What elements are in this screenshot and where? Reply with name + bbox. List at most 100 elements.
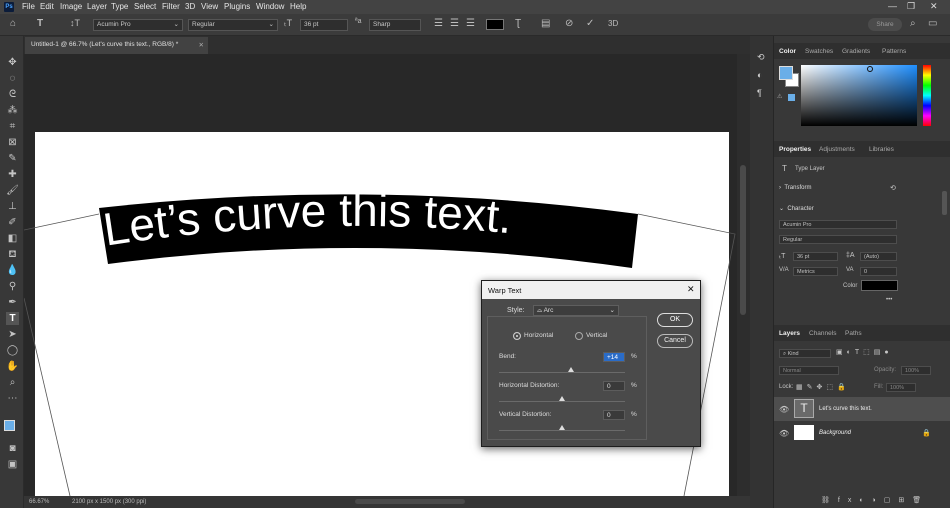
layer-name[interactable]: Let's curve this text.	[819, 406, 872, 412]
path-select-icon[interactable]: ➤	[6, 328, 19, 341]
cancel-icon[interactable]: ⊘	[565, 18, 573, 29]
align-center-icon[interactable]: ☰	[450, 18, 459, 29]
menu-help[interactable]: Help	[290, 2, 306, 11]
document-tab[interactable]: Untitled-1 @ 66.7% (Let's curve this tex…	[25, 37, 208, 54]
tab-paths[interactable]: Paths	[845, 330, 862, 337]
layer-name[interactable]: Background	[819, 430, 851, 436]
healing-brush-icon[interactable]: ✚	[6, 168, 19, 181]
bend-slider-thumb[interactable]	[568, 367, 574, 372]
tab-properties[interactable]: Properties	[779, 146, 811, 153]
close-window-button[interactable]: ✕	[930, 1, 938, 12]
ellipse-tool-icon[interactable]: ◯	[6, 344, 19, 357]
history-brush-icon[interactable]: ✐	[6, 216, 19, 229]
prop-color-swatch[interactable]	[861, 280, 898, 291]
visibility-eye-icon[interactable]: 👁	[779, 429, 789, 438]
eraser-tool-icon[interactable]: ◧	[6, 232, 19, 245]
home-icon[interactable]: ⌂	[10, 18, 16, 29]
vdist-slider-thumb[interactable]	[559, 425, 565, 430]
type-tool-icon[interactable]: T	[6, 312, 19, 325]
fill-input[interactable]: 100%	[886, 383, 916, 392]
bend-slider[interactable]	[499, 372, 625, 373]
transform-section[interactable]: › Transform	[779, 185, 811, 191]
screen-mode-icon[interactable]: ▣	[6, 458, 19, 471]
menu-3d[interactable]: 3D	[185, 2, 195, 11]
vertical-scroll-thumb[interactable]	[740, 165, 746, 315]
zoom-tool-icon[interactable]: ⌕	[6, 376, 19, 389]
hdist-input[interactable]: 0	[603, 381, 625, 391]
eyedropper-icon[interactable]: ✎	[6, 152, 19, 165]
frame-tool-icon[interactable]: ⊠	[6, 136, 19, 149]
warp-text-icon[interactable]: Ʈ	[515, 18, 521, 29]
tab-patterns[interactable]: Patterns	[882, 48, 906, 55]
share-button[interactable]: Share	[868, 18, 902, 31]
prop-kerning[interactable]: Metrics	[793, 267, 838, 276]
tab-gradients[interactable]: Gradients	[842, 48, 870, 55]
menu-select[interactable]: Select	[134, 2, 156, 11]
maximize-button[interactable]: ❐	[907, 1, 915, 12]
websafe-chip[interactable]	[788, 94, 795, 101]
hdist-slider-thumb[interactable]	[559, 396, 565, 401]
zoom-level[interactable]: 66.67%	[29, 499, 49, 505]
menu-image[interactable]: Image	[60, 2, 82, 11]
quick-select-icon[interactable]: ⁂	[6, 104, 19, 117]
hue-slider[interactable]	[923, 65, 931, 126]
layer-actions[interactable]: ⛓fx◐◑▢⊞🗑	[821, 496, 929, 504]
dialog-close-icon[interactable]: ✕	[687, 284, 695, 295]
horizontal-scroll-thumb[interactable]	[355, 499, 465, 504]
minimize-button[interactable]: —	[888, 1, 897, 11]
tab-libraries[interactable]: Libraries	[869, 146, 894, 153]
text-orientation-icon[interactable]: ↕T	[70, 18, 80, 28]
layer-filter-icons[interactable]: ▣◐T⬚▤●	[836, 348, 893, 356]
menu-edit[interactable]: Edit	[40, 2, 54, 11]
cancel-button[interactable]: Cancel	[657, 334, 693, 348]
vertical-label[interactable]: Vertical	[586, 332, 607, 339]
dialog-titlebar[interactable]: Warp Text ✕	[482, 281, 700, 299]
vdist-input[interactable]: 0	[603, 410, 625, 420]
character-panel-icon[interactable]: ▤	[541, 18, 550, 29]
quick-mask-icon[interactable]: ◙	[6, 442, 19, 455]
adjust-icon[interactable]: ◐	[757, 70, 762, 80]
bend-input[interactable]: +14	[603, 352, 625, 362]
horizontal-label[interactable]: Horizontal	[524, 332, 553, 339]
character-section[interactable]: ⌄ Character	[779, 205, 814, 212]
blur-tool-icon[interactable]: 💧	[6, 264, 19, 277]
menu-plugins[interactable]: Plugins	[224, 2, 250, 11]
search-icon[interactable]: ⌕	[910, 18, 916, 29]
commit-check-icon[interactable]: ✓	[586, 18, 594, 29]
style-select[interactable]: ⌓ Arc ⌄	[533, 305, 619, 316]
blend-mode-select[interactable]: Normal	[779, 366, 839, 375]
3d-button[interactable]: 3D	[608, 19, 618, 28]
history-icon[interactable]: ⟲	[757, 52, 765, 63]
prop-font-style[interactable]: Regular	[779, 235, 897, 244]
menu-layer[interactable]: Layer	[87, 2, 107, 11]
type-tool-icon[interactable]: T	[37, 18, 43, 29]
vertical-radio[interactable]	[575, 332, 583, 340]
prop-tracking[interactable]: 0	[860, 267, 897, 276]
lasso-tool-icon[interactable]: ᘓ	[6, 88, 19, 101]
tab-adjustments[interactable]: Adjustments	[819, 146, 855, 153]
horizontal-radio[interactable]	[513, 332, 521, 340]
opacity-input[interactable]: 100%	[901, 366, 931, 375]
layer-row[interactable]: 👁 T Let's curve this text.	[774, 397, 950, 421]
prop-font-size[interactable]: 36 pt	[793, 252, 838, 261]
paint-bucket-icon[interactable]: ⛾	[6, 248, 19, 261]
brush-tool-icon[interactable]: 🖌	[6, 184, 19, 197]
workspace-icon[interactable]: ▭	[928, 18, 937, 29]
marquee-tool-icon[interactable]: ◌	[6, 72, 19, 85]
hdist-slider[interactable]	[499, 401, 625, 402]
crop-tool-icon[interactable]: ⌗	[6, 120, 19, 133]
font-size-select[interactable]: 36 pt	[300, 19, 348, 31]
prop-leading[interactable]: (Auto)	[860, 252, 897, 261]
stamp-tool-icon[interactable]: ⊥	[6, 200, 19, 213]
visibility-eye-icon[interactable]: 👁	[779, 405, 789, 414]
tab-color[interactable]: Color	[779, 48, 796, 55]
font-style-select[interactable]: Regular ⌄	[188, 19, 278, 31]
properties-scrollbar[interactable]	[942, 191, 947, 215]
layer-filter-kind[interactable]: ⌕ Kind	[779, 349, 831, 358]
move-tool-icon[interactable]: ✥	[6, 56, 19, 69]
lock-icons[interactable]: ▦✎✥⬚🔒	[796, 383, 850, 391]
foreground-color-swatch[interactable]	[4, 420, 15, 431]
layer-row[interactable]: 👁 Background 🔒	[774, 423, 950, 443]
prop-font-family[interactable]: Acumin Pro	[779, 220, 897, 229]
antialias-select[interactable]: Sharp	[369, 19, 421, 31]
